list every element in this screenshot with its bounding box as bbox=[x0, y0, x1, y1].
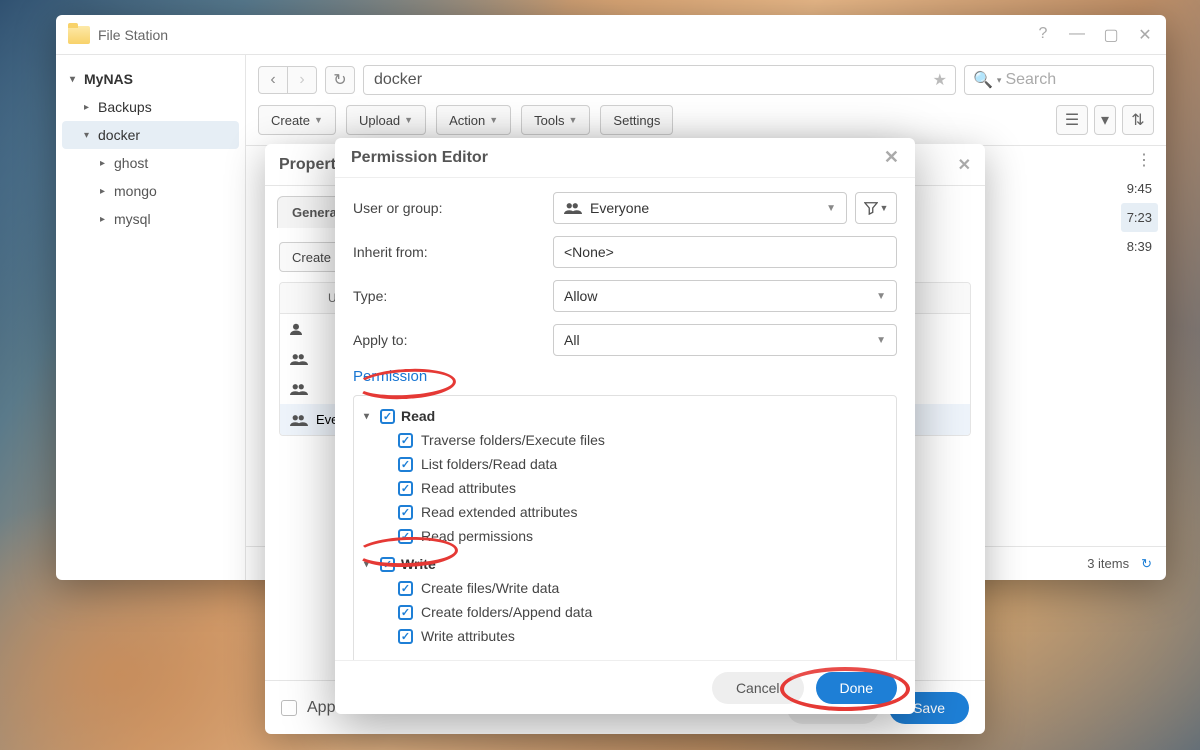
apply-to-subfolders-checkbox[interactable] bbox=[281, 700, 297, 716]
permission-editor-close-icon[interactable]: ✕ bbox=[884, 147, 899, 168]
status-item-count: 3 items bbox=[1087, 556, 1129, 571]
checkbox[interactable] bbox=[398, 581, 413, 596]
row-menu-icon[interactable]: ⋮ bbox=[1136, 150, 1152, 170]
favorite-star-icon[interactable]: ★ bbox=[933, 70, 947, 90]
path-input[interactable]: docker ★ bbox=[363, 65, 956, 95]
action-button[interactable]: Action▼ bbox=[436, 105, 511, 135]
group-icon bbox=[290, 352, 308, 366]
perm-group-write[interactable]: ▾ Write bbox=[364, 552, 886, 576]
file-row-time: 8:39 bbox=[1127, 232, 1152, 261]
perm-item[interactable]: Traverse folders/Execute files bbox=[364, 428, 886, 452]
filter-button[interactable]: ▼ bbox=[855, 192, 897, 224]
view-options-icon[interactable]: ▾ bbox=[1094, 105, 1116, 135]
funnel-icon bbox=[864, 201, 878, 215]
app-title: File Station bbox=[98, 27, 168, 43]
perm-item[interactable]: Create files/Write data bbox=[364, 576, 886, 600]
permission-tree[interactable]: ▾ Read Traverse folders/Execute files Li… bbox=[353, 395, 897, 660]
user-icon bbox=[290, 322, 308, 336]
perm-item[interactable]: Read extended attributes bbox=[364, 500, 886, 524]
sort-icon[interactable]: ⇅ bbox=[1122, 105, 1154, 135]
titlebar: File Station ? — ▢ ✕ bbox=[56, 15, 1166, 55]
label-user-or-group: User or group: bbox=[353, 200, 553, 216]
nav-forward-button[interactable]: › bbox=[287, 66, 317, 94]
group-icon bbox=[564, 201, 582, 215]
checkbox[interactable] bbox=[398, 605, 413, 620]
permission-editor-title: Permission Editor bbox=[351, 149, 488, 167]
apply-to-select[interactable]: All▼ bbox=[553, 324, 897, 356]
help-icon[interactable]: ? bbox=[1034, 25, 1052, 45]
checkbox[interactable] bbox=[398, 629, 413, 644]
perm-item[interactable]: List folders/Read data bbox=[364, 452, 886, 476]
app-folder-icon bbox=[68, 26, 90, 44]
checkbox-write[interactable] bbox=[380, 557, 395, 572]
sidebar-item-mongo[interactable]: ▸mongo bbox=[56, 177, 245, 205]
group-icon bbox=[290, 382, 308, 396]
upload-button[interactable]: Upload▼ bbox=[346, 105, 426, 135]
status-refresh-icon[interactable]: ↻ bbox=[1141, 556, 1152, 572]
sidebar: ▾MyNAS ▸Backups ▾docker ▸ghost ▸mongo ▸m… bbox=[56, 55, 246, 580]
perm-item[interactable]: Read attributes bbox=[364, 476, 886, 500]
checkbox[interactable] bbox=[398, 529, 413, 544]
label-apply-to: Apply to: bbox=[353, 332, 553, 348]
chevron-down-icon: ▾ bbox=[364, 411, 374, 422]
sidebar-item-ghost[interactable]: ▸ghost bbox=[56, 149, 245, 177]
label-type: Type: bbox=[353, 288, 553, 304]
tools-button[interactable]: Tools▼ bbox=[521, 105, 590, 135]
search-input[interactable]: 🔍▾ Search bbox=[964, 65, 1154, 95]
perm-item[interactable]: Write attributes bbox=[364, 624, 886, 648]
checkbox[interactable] bbox=[398, 457, 413, 472]
file-row-time: 9:45 bbox=[1127, 174, 1152, 203]
permission-section-title: Permission bbox=[353, 368, 897, 385]
permission-editor-dialog: Permission Editor ✕ User or group: Every… bbox=[335, 138, 915, 714]
user-or-group-select[interactable]: Everyone▼ bbox=[553, 192, 847, 224]
type-select[interactable]: Allow▼ bbox=[553, 280, 897, 312]
nav-back-button[interactable]: ‹ bbox=[258, 66, 288, 94]
perm-item[interactable]: Create folders/Append data bbox=[364, 600, 886, 624]
inherit-from-field[interactable]: <None> bbox=[553, 236, 897, 268]
perm-item[interactable]: Read permissions bbox=[364, 524, 886, 548]
settings-button[interactable]: Settings bbox=[600, 105, 673, 135]
checkbox[interactable] bbox=[398, 481, 413, 496]
maximize-icon[interactable]: ▢ bbox=[1102, 25, 1120, 45]
close-icon[interactable]: ✕ bbox=[1136, 25, 1154, 45]
perm-done-button[interactable]: Done bbox=[816, 672, 897, 704]
search-icon: 🔍 bbox=[973, 70, 993, 90]
file-row-time: 7:23 bbox=[1121, 203, 1158, 232]
nav-refresh-button[interactable]: ↻ bbox=[325, 66, 355, 94]
checkbox[interactable] bbox=[398, 505, 413, 520]
label-inherit-from: Inherit from: bbox=[353, 244, 553, 260]
perm-group-read[interactable]: ▾ Read bbox=[364, 404, 886, 428]
perm-cancel-button[interactable]: Cancel bbox=[712, 672, 804, 704]
sidebar-item-mysql[interactable]: ▸mysql bbox=[56, 205, 245, 233]
file-time-column: 9:45 7:23 8:39 bbox=[1127, 174, 1152, 261]
minimize-icon[interactable]: — bbox=[1068, 25, 1086, 45]
checkbox-read[interactable] bbox=[380, 409, 395, 424]
view-list-icon[interactable]: ☰ bbox=[1056, 105, 1088, 135]
sidebar-root-label: MyNAS bbox=[84, 71, 133, 87]
properties-close-icon[interactable]: ✕ bbox=[958, 155, 971, 175]
sidebar-item-backups[interactable]: ▸Backups bbox=[56, 93, 245, 121]
checkbox[interactable] bbox=[398, 433, 413, 448]
group-icon bbox=[290, 413, 308, 427]
chevron-down-icon: ▾ bbox=[364, 559, 374, 570]
sidebar-item-docker[interactable]: ▾docker bbox=[62, 121, 239, 149]
create-button[interactable]: Create▼ bbox=[258, 105, 336, 135]
sidebar-root[interactable]: ▾MyNAS bbox=[56, 65, 245, 93]
